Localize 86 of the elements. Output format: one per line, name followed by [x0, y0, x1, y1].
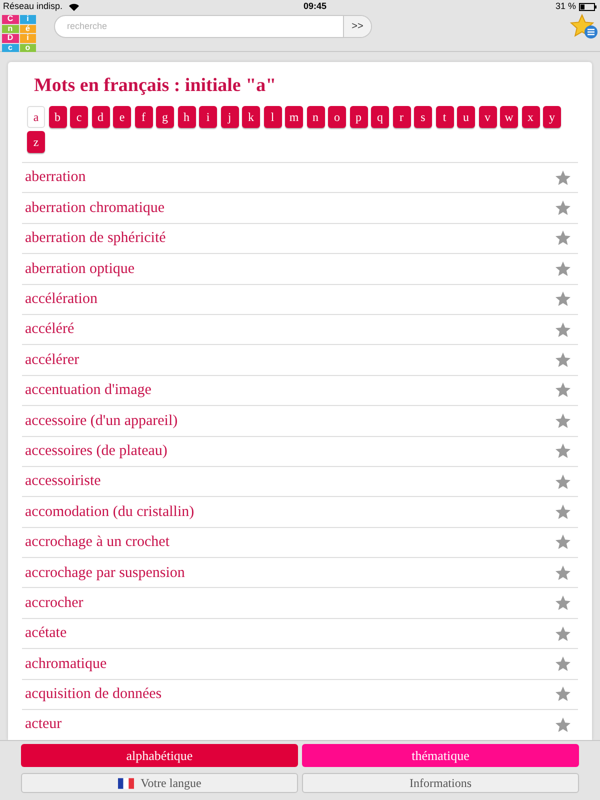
letter-tab[interactable]: d [92, 106, 110, 128]
star-icon[interactable] [554, 533, 572, 552]
logo-letter: o [20, 44, 36, 52]
info-button[interactable]: Informations [302, 773, 579, 793]
letter-tab[interactable]: l [264, 106, 282, 128]
word-link[interactable]: aberration de sphéricité [25, 227, 166, 250]
word-link[interactable]: accrocher [25, 592, 84, 614]
letter-tab[interactable]: p [350, 106, 368, 128]
status-time: 09:45 [304, 0, 327, 14]
mode-tab[interactable]: alphabétique [21, 744, 298, 767]
language-button[interactable]: Votre langue [21, 773, 298, 793]
star-icon[interactable] [554, 624, 572, 643]
letter-tab[interactable]: h [178, 106, 196, 128]
star-list-icon[interactable] [570, 14, 598, 40]
logo-letter: D [2, 34, 18, 42]
letter-tab[interactable]: z [27, 131, 45, 153]
flag-icon [118, 778, 134, 788]
page-title: Mots en français : initiale "a" [34, 74, 278, 98]
word-link[interactable]: acteur [25, 713, 62, 736]
star-icon[interactable] [554, 290, 572, 308]
star-icon[interactable] [554, 351, 572, 370]
star-icon[interactable] [554, 685, 572, 704]
word-link[interactable]: accentuation d'image [25, 379, 152, 402]
star-icon[interactable] [554, 716, 572, 734]
word-link[interactable]: accrochage à un crochet [25, 531, 170, 554]
search-button[interactable]: >> [343, 16, 371, 37]
word-link[interactable]: achromatique [25, 652, 107, 676]
star-icon[interactable] [554, 594, 572, 612]
word-link[interactable]: aberration optique [25, 258, 135, 280]
star-icon[interactable] [554, 229, 572, 248]
logo-letter: C [2, 15, 18, 24]
logo-letter: i [20, 15, 36, 24]
letter-tab[interactable]: t [436, 106, 454, 128]
star-icon[interactable] [554, 412, 572, 430]
star-icon[interactable] [554, 442, 572, 460]
letter-tab[interactable]: i [199, 106, 217, 128]
word-link[interactable]: accélérer [25, 348, 80, 372]
star-icon[interactable] [554, 502, 572, 521]
logo-letter: n [2, 24, 18, 33]
logo-letter: é [20, 24, 36, 33]
word-link[interactable]: aberration chromatique [25, 196, 165, 220]
word-link[interactable]: acétate [25, 622, 67, 645]
logo-letter: c [2, 44, 18, 52]
word-link[interactable]: acquisition de données [25, 683, 162, 706]
letter-tab[interactable]: b [48, 106, 66, 128]
star-icon[interactable] [554, 654, 572, 673]
star-icon[interactable] [554, 564, 572, 582]
letter-tab[interactable]: q [371, 106, 389, 128]
word-link[interactable]: accessoiriste [25, 470, 101, 493]
letter-tab[interactable]: y [543, 106, 561, 128]
letter-tab[interactable]: w [500, 106, 518, 128]
letter-tab[interactable]: n [306, 106, 324, 128]
star-icon[interactable] [554, 168, 572, 187]
letter-tab[interactable]: j [220, 106, 238, 128]
star-icon[interactable] [554, 320, 572, 339]
letter-tab[interactable]: f [134, 106, 152, 128]
letter-tab[interactable]: a [27, 106, 45, 128]
battery-icon [579, 3, 597, 11]
letter-tab[interactable]: s [414, 106, 432, 128]
letter-tab[interactable]: c [70, 106, 88, 128]
letter-tab[interactable]: v [478, 106, 496, 128]
star-icon[interactable] [554, 472, 572, 491]
word-link[interactable]: accessoires (de plateau) [25, 440, 168, 462]
star-icon[interactable] [554, 260, 572, 278]
star-icon[interactable] [554, 381, 572, 400]
logo-letter: i [20, 34, 36, 42]
mode-tab[interactable]: thématique [302, 744, 579, 767]
letter-tab[interactable]: m [285, 106, 303, 128]
letter-tab[interactable]: x [522, 106, 540, 128]
letter-tab[interactable]: o [328, 106, 346, 128]
word-link[interactable]: accélération [25, 288, 98, 310]
word-link[interactable]: accrochage par suspension [25, 562, 185, 584]
star-icon[interactable] [554, 199, 572, 218]
letter-tab[interactable]: r [392, 106, 410, 128]
word-link[interactable]: accéléré [25, 318, 74, 341]
carrier-text: Réseau indisp. [3, 0, 63, 14]
letter-tab[interactable]: g [156, 106, 174, 128]
battery-text: 31 % [555, 0, 576, 14]
search-field[interactable]: recherche >> [54, 15, 372, 38]
word-link[interactable]: accessoire (d'un appareil) [25, 410, 178, 432]
word-link[interactable]: aberration [25, 166, 86, 189]
letter-tab[interactable]: u [457, 106, 475, 128]
word-link[interactable]: accomodation (du cristallin) [25, 500, 194, 524]
letter-tab[interactable]: k [242, 106, 260, 128]
wifi-icon [68, 3, 79, 11]
letter-tab[interactable]: e [113, 106, 131, 128]
